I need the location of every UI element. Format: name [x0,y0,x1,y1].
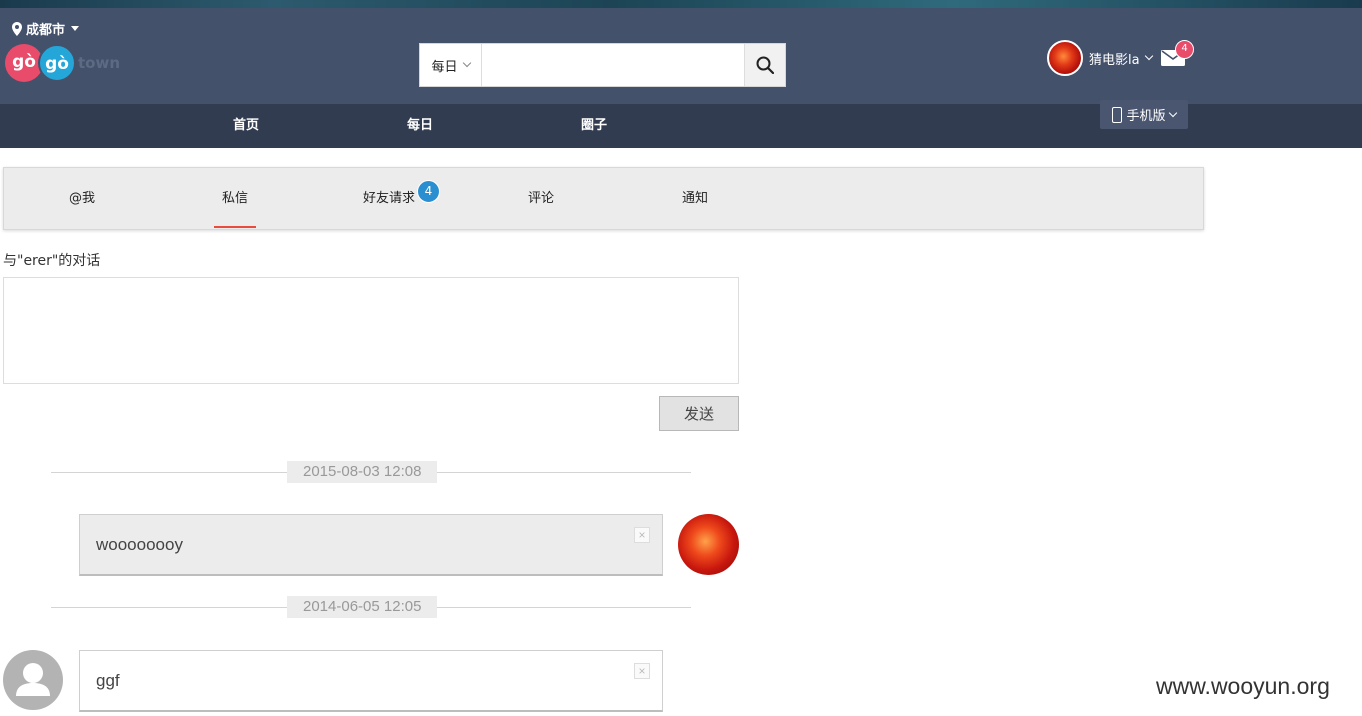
delete-message-icon[interactable]: × [634,663,650,679]
chevron-down-icon [1144,51,1153,61]
chevron-down-icon [462,58,471,68]
friend-request-badge: 4 [417,180,440,203]
site-logo[interactable]: gò gò town [5,44,125,84]
user-avatar [1047,40,1083,76]
message-tabs: @我 私信 好友请求 评论 通知 [3,167,1204,230]
message-input[interactable] [3,277,739,384]
chevron-down-icon [1168,108,1177,117]
tab-private-messages[interactable]: 私信 [214,168,256,230]
message-bubble: woooooooy × [79,514,663,576]
search-bar: 每日 [419,43,786,87]
message-date: 2014-06-05 12:05 [287,596,438,618]
tab-mentions[interactable]: @我 [67,168,97,230]
city-label: 成都市 [26,23,66,38]
site-header: 成都市 gò gò town 每日 [0,8,1362,104]
message-text: woooooooy [96,535,183,554]
tab-comments[interactable]: 评论 [526,168,556,230]
location-pin-icon [12,21,22,36]
message-date: 2015-08-03 12:08 [287,461,438,483]
send-button[interactable]: 发送 [659,396,739,431]
nav-item-daily[interactable]: 每日 [407,104,433,148]
person-icon [16,663,50,696]
default-avatar-icon[interactable] [3,650,63,710]
watermark: www.wooyun.org [1156,673,1330,699]
user-menu[interactable]: 猜电影la [1047,40,1153,76]
search-icon [756,56,774,74]
nav-item-home[interactable]: 首页 [233,104,259,148]
user-name: 猜电影la [1089,52,1140,68]
delete-message-icon[interactable]: × [634,527,650,543]
logo-go-blue: gò [38,44,76,82]
logo-town-text: town [78,54,121,72]
message-text: ggf [96,671,120,690]
mobile-version-button[interactable]: 手机版 [1100,100,1188,129]
nav-item-circles[interactable]: 圈子 [581,104,607,148]
search-input[interactable] [482,44,744,86]
search-scope-select[interactable]: 每日 [420,44,482,86]
search-button[interactable] [744,44,785,86]
search-scope-label: 每日 [431,59,458,75]
city-selector[interactable]: 成都市 [12,19,80,38]
message-bubble: ggf × [79,650,663,712]
mobile-version-label: 手机版 [1126,109,1166,124]
tab-notifications[interactable]: 通知 [680,168,710,230]
tab-friend-requests[interactable]: 好友请求 [360,168,418,230]
caret-down-icon [71,26,80,31]
mail-count-badge: 4 [1175,40,1194,59]
conversation-title: 与"erer"的对话 [3,253,101,269]
top-decorative-strip [0,0,1362,8]
my-avatar[interactable] [678,514,739,575]
phone-icon [1112,106,1123,123]
